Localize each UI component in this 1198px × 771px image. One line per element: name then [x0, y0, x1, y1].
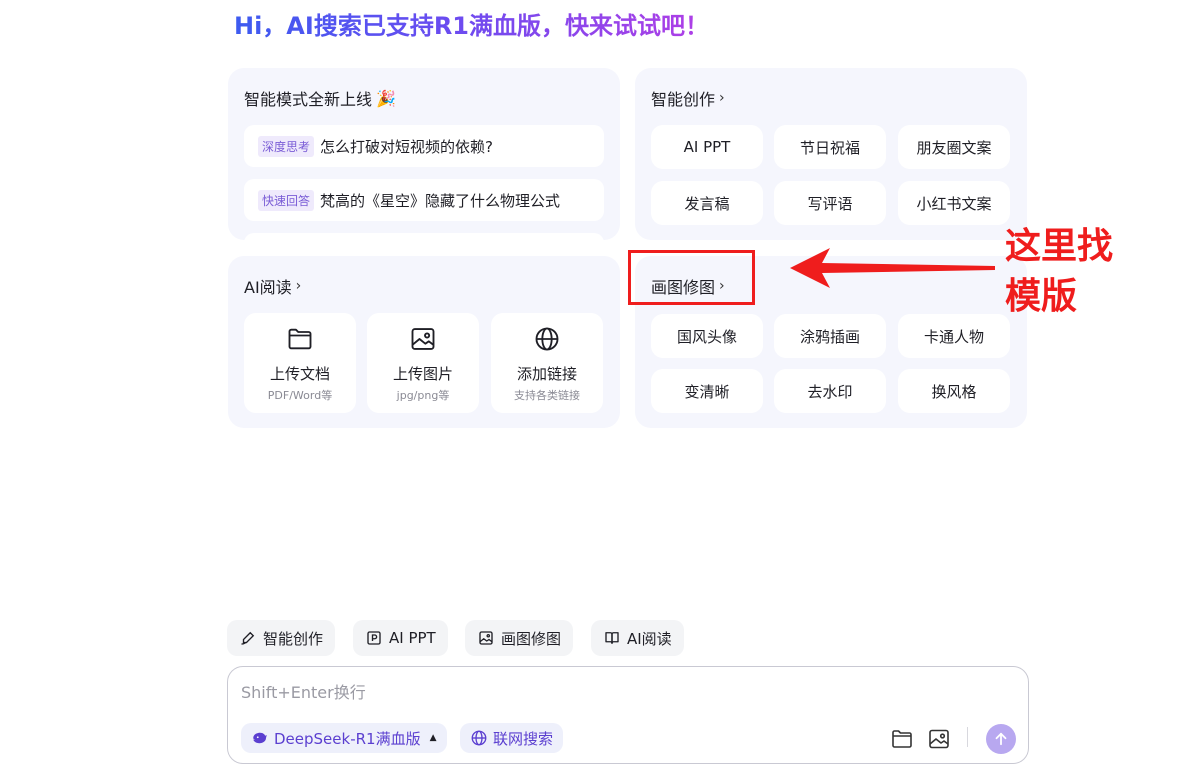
- creation-item-xiaohongshu[interactable]: 小红书文案: [898, 181, 1010, 225]
- image-item-doodle[interactable]: 涂鸦插画: [774, 314, 886, 358]
- chevron-right-icon: ›: [719, 90, 725, 106]
- annotation-note: 这里找 模版: [1005, 222, 1113, 322]
- image-item-remove-watermark[interactable]: 去水印: [774, 369, 886, 413]
- toolbar-divider: [967, 727, 968, 747]
- smart-mode-card: 智能模式全新上线 🎉 深度思考 怎么打破对短视频的依赖? 快速回答 梵高的《星空…: [228, 68, 620, 240]
- upload-document-button[interactable]: 上传文档 PDF/Word等: [244, 313, 356, 413]
- suggestion-text: 怎么打破对短视频的依赖?: [320, 137, 493, 156]
- chevron-right-icon: ›: [295, 278, 302, 294]
- suggestion-item-partial[interactable]: [244, 233, 604, 240]
- quick-ai-reading-label: AI阅读: [627, 629, 672, 648]
- page-headline: Hi，AI搜索已支持R1满血版，快来试试吧！: [234, 8, 709, 44]
- quick-ai-ppt-button[interactable]: AI PPT: [353, 620, 448, 656]
- suggestion-item[interactable]: 深度思考 怎么打破对短视频的依赖?: [244, 125, 604, 167]
- model-selector[interactable]: DeepSeek-R1满血版 ▲: [241, 723, 447, 753]
- creation-item-ai-ppt[interactable]: AI PPT: [651, 125, 763, 169]
- web-search-toggle[interactable]: 联网搜索: [460, 723, 564, 753]
- upload-image-button[interactable]: 上传图片 jpg/png等: [367, 313, 479, 413]
- image-icon: [411, 328, 435, 350]
- suggestion-text: 梵高的《星空》隐藏了什么物理公式: [320, 191, 561, 210]
- quick-answer-tag: 快速回答: [258, 189, 315, 211]
- upload-document-sub: PDF/Word等: [267, 389, 333, 402]
- quick-smart-creation-label: 智能创作: [263, 629, 324, 648]
- add-link-sub: 支持各类链接: [514, 389, 580, 402]
- image-item-cartoon[interactable]: 卡通人物: [898, 314, 1010, 358]
- add-link-button[interactable]: 添加链接 支持各类链接: [491, 313, 603, 413]
- folder-icon: [288, 328, 312, 350]
- quick-image-edit-button[interactable]: 画图修图: [465, 620, 574, 656]
- ai-reading-card: AI阅读 › 上传文档 PDF/Word等 上传图片 jpg/png等 添加链接…: [228, 256, 620, 428]
- image-item-sharpen[interactable]: 变清晰: [651, 369, 763, 413]
- upload-image-label: 上传图片: [392, 365, 453, 383]
- chat-input-box: DeepSeek-R1满血版 ▲ 联网搜索: [227, 666, 1029, 764]
- creation-title-link[interactable]: 智能创作 ›: [651, 86, 725, 110]
- deepseek-whale-icon: [253, 732, 267, 744]
- arrow-up-icon: [995, 732, 1007, 746]
- reading-title-link[interactable]: AI阅读 ›: [244, 274, 301, 298]
- quick-smart-creation-button[interactable]: 智能创作: [227, 620, 336, 656]
- suggestion-item[interactable]: 快速回答 梵高的《星空》隐藏了什么物理公式: [244, 179, 604, 221]
- annotation-arrow-icon: [790, 248, 995, 288]
- annotation-line-1: 这里找: [1005, 226, 1114, 267]
- model-selector-label: DeepSeek-R1满血版: [274, 729, 421, 748]
- creation-item-speech[interactable]: 发言稿: [651, 181, 763, 225]
- image-icon[interactable]: [927, 727, 951, 751]
- chat-input[interactable]: [241, 679, 1001, 709]
- image-item-change-style[interactable]: 换风格: [898, 369, 1010, 413]
- web-search-label: 联网搜索: [493, 729, 554, 748]
- upload-document-label: 上传文档: [269, 365, 330, 383]
- quick-ai-ppt-label: AI PPT: [389, 629, 436, 647]
- caret-up-icon: ▲: [429, 733, 437, 743]
- quick-ai-reading-button[interactable]: AI阅读: [591, 620, 684, 656]
- globe-icon: [471, 730, 487, 746]
- quick-image-edit-label: 画图修图: [501, 629, 562, 648]
- creation-title-text: 智能创作: [651, 90, 716, 109]
- deep-think-tag: 深度思考: [258, 135, 315, 157]
- creation-item-moments-copy[interactable]: 朋友圈文案: [898, 125, 1010, 169]
- annotation-highlight-box: [628, 250, 755, 305]
- pen-icon: [241, 631, 255, 645]
- creation-item-holiday-greeting[interactable]: 节日祝福: [774, 125, 886, 169]
- creation-item-comment[interactable]: 写评语: [774, 181, 886, 225]
- upload-image-sub: jpg/png等: [396, 389, 450, 402]
- send-button[interactable]: [986, 724, 1016, 754]
- globe-icon: [535, 327, 559, 351]
- folder-icon[interactable]: [890, 727, 914, 751]
- annotation-line-2: 模版: [1005, 276, 1078, 317]
- party-popper-icon: 🎉: [376, 88, 396, 108]
- smart-mode-title: 智能模式全新上线 🎉: [244, 86, 396, 110]
- add-link-label: 添加链接: [516, 365, 577, 383]
- image-edit-icon: [479, 631, 493, 645]
- image-item-guofeng-avatar[interactable]: 国风头像: [651, 314, 763, 358]
- smart-mode-title-text: 智能模式全新上线: [244, 90, 373, 109]
- book-icon: [605, 632, 619, 644]
- reading-title-text: AI阅读: [244, 278, 292, 297]
- creation-card: 智能创作 › AI PPT 节日祝福 朋友圈文案 发言稿 写评语 小红书文案: [635, 68, 1027, 240]
- ppt-icon: [367, 631, 381, 645]
